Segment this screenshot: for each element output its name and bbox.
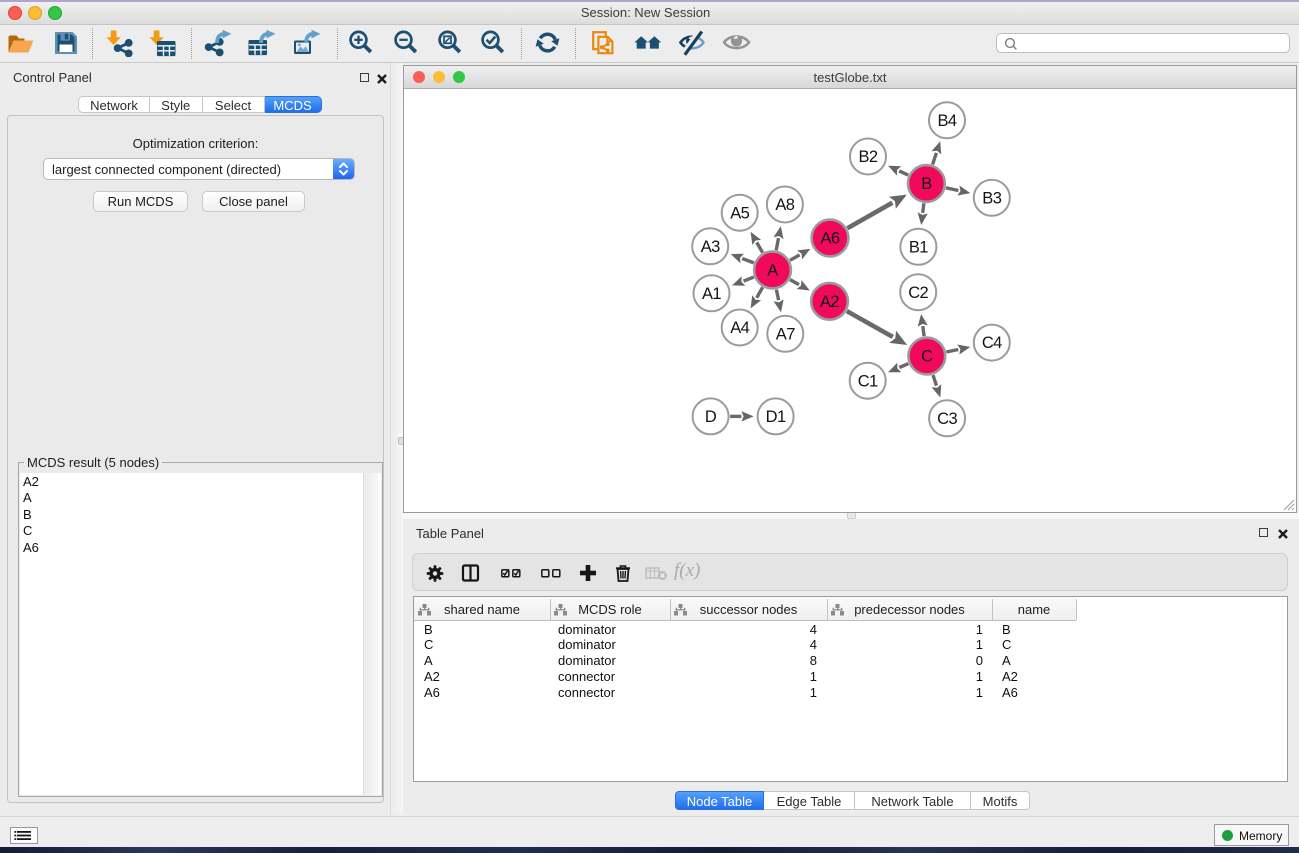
svg-text:B1: B1 xyxy=(909,238,928,256)
svg-text:C: C xyxy=(921,348,933,366)
svg-text:A1: A1 xyxy=(702,285,721,303)
svg-text:B4: B4 xyxy=(938,112,957,130)
svg-text:D: D xyxy=(705,408,717,426)
svg-text:A: A xyxy=(767,262,778,280)
svg-text:A5: A5 xyxy=(730,204,749,222)
svg-text:A8: A8 xyxy=(775,196,794,214)
svg-text:C4: C4 xyxy=(982,334,1002,352)
svg-text:A3: A3 xyxy=(701,238,720,256)
svg-text:B3: B3 xyxy=(982,189,1001,207)
svg-text:B2: B2 xyxy=(859,148,878,166)
svg-text:A2: A2 xyxy=(820,293,839,311)
svg-text:C3: C3 xyxy=(937,410,957,428)
svg-text:D1: D1 xyxy=(766,408,786,426)
svg-text:A4: A4 xyxy=(730,319,749,337)
svg-text:C1: C1 xyxy=(858,372,878,390)
svg-text:A6: A6 xyxy=(821,230,840,248)
svg-text:B: B xyxy=(921,175,932,193)
svg-text:C2: C2 xyxy=(908,284,928,302)
svg-text:A7: A7 xyxy=(776,325,795,343)
